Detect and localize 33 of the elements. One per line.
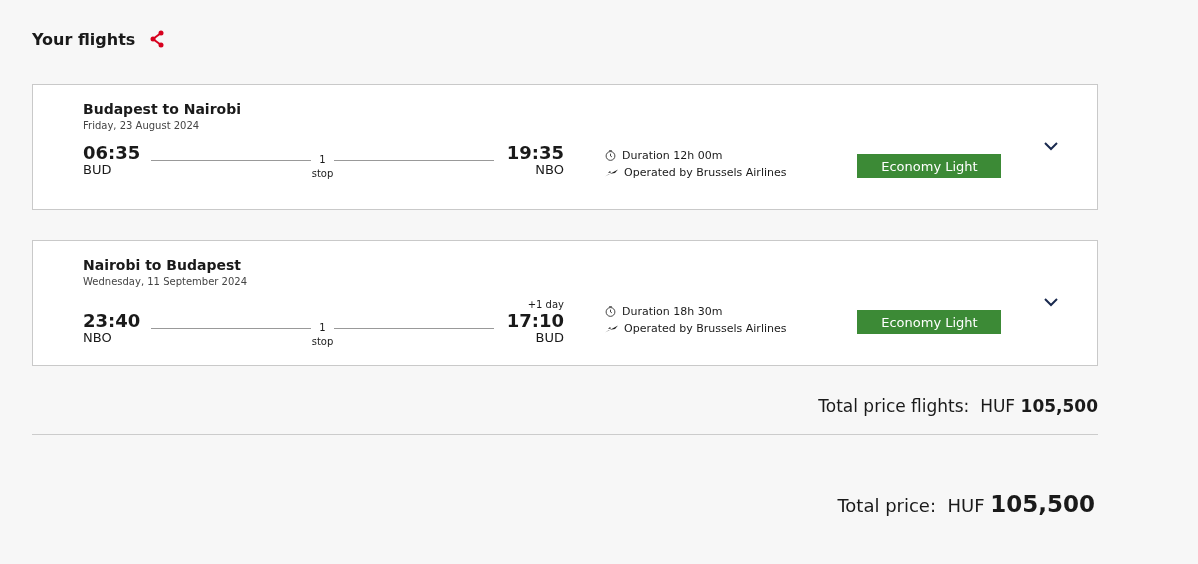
flight-date: Friday, 23 August 2024 xyxy=(83,119,201,133)
share-icon[interactable] xyxy=(149,30,166,48)
fare-badge: Economy Light xyxy=(857,154,1002,178)
stop-label: stop xyxy=(311,167,334,181)
airport-code: BUD xyxy=(534,331,564,345)
flight-duration: Duration 12h 00m xyxy=(622,149,723,162)
airport-code: NBO xyxy=(534,163,564,177)
stop-count: 1 xyxy=(319,321,326,335)
fare-badge: Economy Light xyxy=(857,310,1002,334)
flight-duration: Duration 18h 30m xyxy=(622,305,723,318)
route-title: Nairobi to Budapest xyxy=(83,256,242,274)
airplane-icon xyxy=(605,324,618,333)
departure-time: 23:40 xyxy=(83,311,142,331)
airplane-icon xyxy=(605,168,618,177)
operator-text: Operated by Brussels Airlines xyxy=(624,166,787,179)
operator-text: Operated by Brussels Airlines xyxy=(624,322,787,335)
clock-icon xyxy=(605,306,616,317)
stop-count: 1 xyxy=(319,153,326,167)
airport-code: BUD xyxy=(83,163,113,177)
airport-code: NBO xyxy=(83,331,113,345)
departure-time: 06:35 xyxy=(83,143,142,163)
chevron-icon[interactable] xyxy=(1044,298,1059,307)
flight-date: Wednesday, 11 September 2024 xyxy=(83,275,249,289)
arrival-time: 17:10 xyxy=(505,311,564,331)
chevron-icon[interactable] xyxy=(1044,142,1059,151)
route-title: Budapest to Nairobi xyxy=(83,100,242,118)
section-title: Your flights xyxy=(32,29,136,49)
next-day-note: +1 day xyxy=(526,299,564,311)
total-price: Total price: HUF 105,500 xyxy=(836,491,1096,517)
stop-label: stop xyxy=(311,335,334,349)
flights-total-price: Total price flights: HUF 105,500 xyxy=(817,395,1098,418)
arrival-time: 19:35 xyxy=(505,143,564,163)
clock-icon xyxy=(605,150,616,161)
